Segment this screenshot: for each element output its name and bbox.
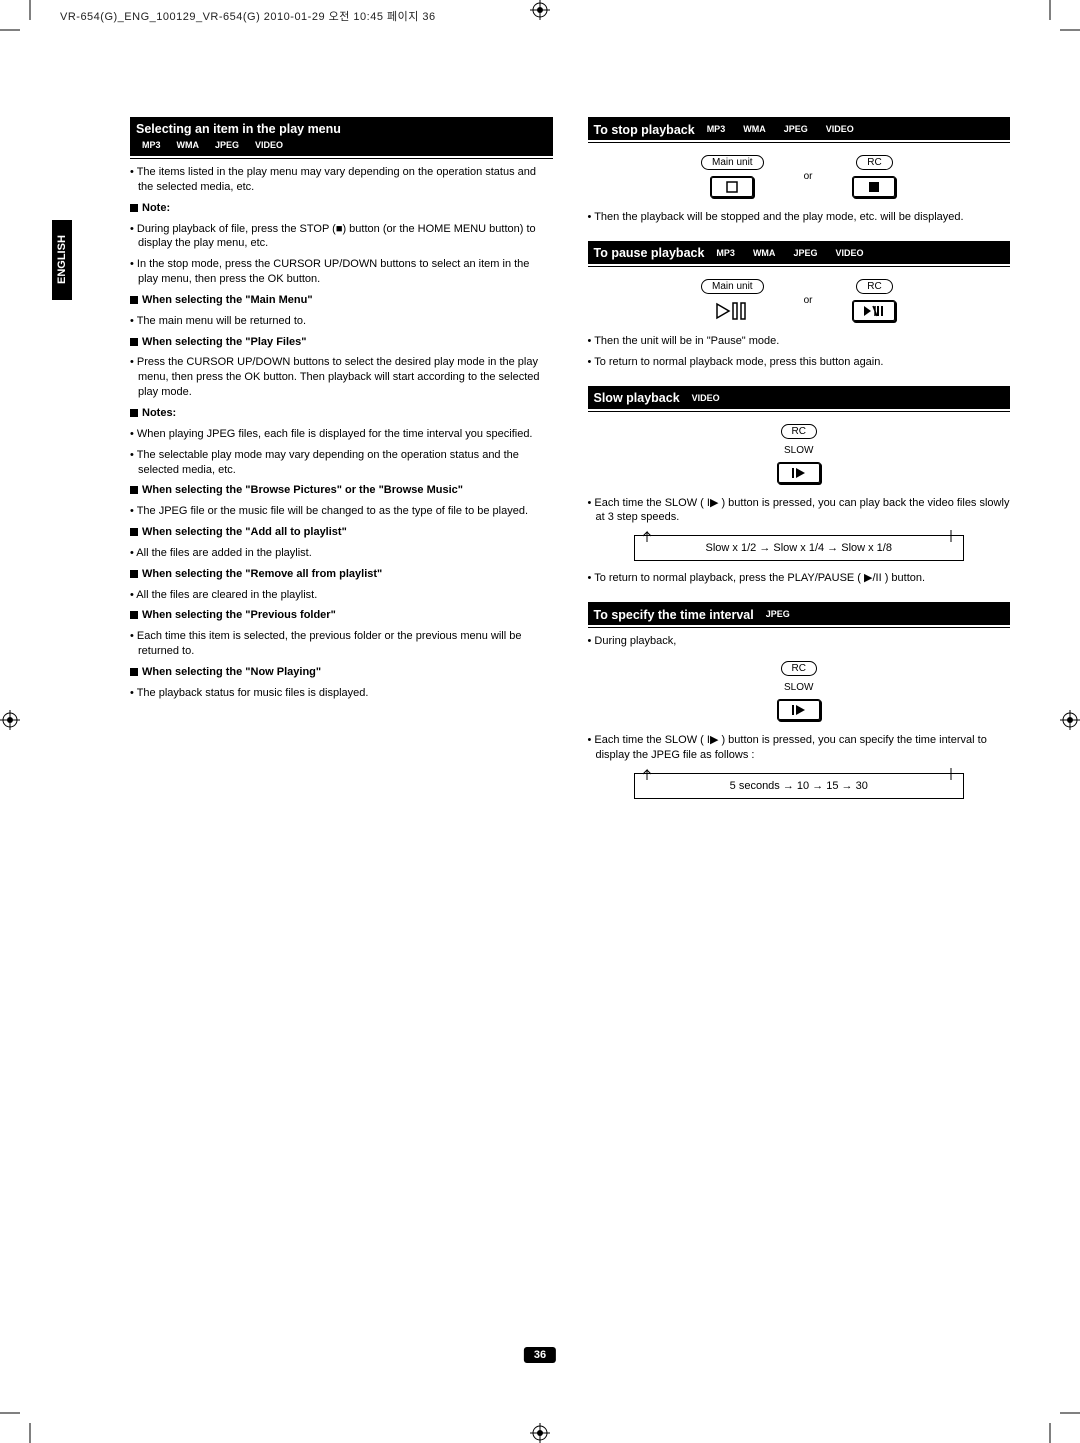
section-title: Selecting an item in the play menu bbox=[136, 122, 341, 136]
h-now: When selecting the "Now Playing" bbox=[142, 666, 321, 678]
slow-text-2: • To return to normal playback, press th… bbox=[588, 571, 1011, 586]
h-prev: When selecting the "Previous folder" bbox=[142, 609, 336, 621]
cycle-arrow-in bbox=[641, 530, 653, 542]
registration-bottom bbox=[530, 1423, 550, 1443]
interval-cycle-text: 5 seconds → 10 → 15 → 30 bbox=[730, 780, 868, 792]
or-text: or bbox=[804, 171, 813, 182]
slow-text-1: • Each time the SLOW ( I▶ ) button is pr… bbox=[588, 496, 1011, 526]
p-notes-2: • The selectable play mode may vary depe… bbox=[130, 448, 553, 478]
slow-step-icon bbox=[791, 704, 807, 716]
note-heading: Note: bbox=[142, 202, 170, 214]
pill-video: VIDEO bbox=[249, 138, 289, 153]
registration-right bbox=[1060, 710, 1080, 730]
interval-cycle: 5 seconds → 10 → 15 → 30 bbox=[634, 773, 964, 799]
pill-wma: WMA bbox=[747, 246, 782, 261]
pill-mp3: MP3 bbox=[710, 246, 741, 261]
interval-text-1: • During playback, bbox=[588, 634, 1011, 649]
pill-jpeg: JPEG bbox=[760, 607, 796, 622]
stop-icon bbox=[726, 181, 738, 193]
stop-button-rc[interactable] bbox=[852, 176, 896, 198]
intro-text: • The items listed in the play menu may … bbox=[130, 165, 553, 195]
stop-title: To stop playback bbox=[594, 123, 695, 137]
stop-button-main[interactable] bbox=[710, 176, 754, 198]
play-pause-icon bbox=[863, 305, 885, 317]
h-removeall: When selecting the "Remove all from play… bbox=[142, 568, 382, 580]
p-main-menu: • The main menu will be returned to. bbox=[130, 314, 553, 329]
label-rc: RC bbox=[781, 424, 817, 439]
play-pause-main-icon[interactable] bbox=[715, 300, 749, 322]
pill-video: VIDEO bbox=[820, 122, 860, 137]
cycle-arrow-out bbox=[945, 768, 957, 780]
slow-cycle: Slow x 1/2 → Slow x 1/4 → Slow x 1/8 bbox=[634, 535, 964, 561]
pause-title: To pause playback bbox=[594, 246, 705, 260]
pill-wma: WMA bbox=[171, 138, 206, 153]
crop-mark-tl bbox=[0, 0, 50, 50]
note-2: • In the stop mode, press the CURSOR UP/… bbox=[130, 257, 553, 287]
p-addall: • All the files are added in the playlis… bbox=[130, 546, 553, 561]
slow-button-interval[interactable] bbox=[777, 699, 821, 721]
h-browse: When selecting the "Browse Pictures" or … bbox=[142, 484, 463, 496]
or-text: or bbox=[804, 295, 813, 306]
p-notes-1: • When playing JPEG files, each file is … bbox=[130, 427, 553, 442]
pill-wma: WMA bbox=[737, 122, 772, 137]
h-play-files: When selecting the "Play Files" bbox=[142, 336, 306, 348]
note-1: • During playback of file, press the STO… bbox=[130, 222, 553, 252]
p-removeall: • All the files are cleared in the playl… bbox=[130, 588, 553, 603]
right-column: To stop playback MP3 WMA JPEG VIDEO Main… bbox=[588, 115, 1011, 1383]
crop-mark-br bbox=[1030, 1393, 1080, 1443]
left-column: Selecting an item in the play menu MP3 W… bbox=[130, 115, 553, 1383]
pill-jpeg: JPEG bbox=[209, 138, 245, 153]
pause-text-1: • Then the unit will be in "Pause" mode. bbox=[588, 334, 1011, 349]
p-now: • The playback status for music files is… bbox=[130, 686, 553, 701]
pill-jpeg: JPEG bbox=[778, 122, 814, 137]
label-rc: RC bbox=[781, 661, 817, 676]
notes-heading: Notes: bbox=[142, 407, 176, 419]
interval-title: To specify the time interval bbox=[594, 608, 754, 622]
crop-mark-tr bbox=[1030, 0, 1080, 50]
section-interval: To specify the time interval JPEG bbox=[588, 603, 1011, 625]
page-number: 36 bbox=[524, 1347, 556, 1363]
pill-video: VIDEO bbox=[829, 246, 869, 261]
h-addall: When selecting the "Add all to playlist" bbox=[142, 526, 347, 538]
label-main-unit: Main unit bbox=[701, 279, 764, 294]
p-browse: • The JPEG file or the music file will b… bbox=[130, 504, 553, 519]
cycle-arrow-out bbox=[945, 530, 957, 542]
slow-label: SLOW bbox=[784, 682, 813, 693]
cycle-arrow-in bbox=[641, 768, 653, 780]
slow-cycle-text: Slow x 1/2 → Slow x 1/4 → Slow x 1/8 bbox=[706, 542, 892, 554]
pill-mp3: MP3 bbox=[136, 138, 167, 153]
registration-left bbox=[0, 710, 20, 730]
slow-step-icon bbox=[791, 467, 807, 479]
registration-top bbox=[530, 0, 550, 20]
pill-jpeg: JPEG bbox=[787, 246, 823, 261]
label-rc: RC bbox=[856, 155, 892, 170]
pill-mp3: MP3 bbox=[701, 122, 732, 137]
slow-label: SLOW bbox=[784, 445, 813, 456]
interval-text-2: • Each time the SLOW ( I▶ ) button is pr… bbox=[588, 733, 1011, 763]
section-slow: Slow playback VIDEO bbox=[588, 387, 1011, 409]
crop-mark-bl bbox=[0, 1393, 50, 1443]
print-header: VR-654(G)_ENG_100129_VR-654(G) 2010-01-2… bbox=[60, 8, 436, 24]
h-main-menu: When selecting the "Main Menu" bbox=[142, 294, 313, 306]
slow-button[interactable] bbox=[777, 462, 821, 484]
play-pause-rc-button[interactable] bbox=[852, 300, 896, 322]
slow-title: Slow playback bbox=[594, 391, 680, 405]
section-pause: To pause playback MP3 WMA JPEG VIDEO bbox=[588, 242, 1011, 264]
p-play-files: • Press the CURSOR UP/DOWN buttons to se… bbox=[130, 355, 553, 400]
stop-text: • Then the playback will be stopped and … bbox=[588, 210, 1011, 225]
p-prev: • Each time this item is selected, the p… bbox=[130, 629, 553, 659]
language-tab: ENGLISH bbox=[52, 220, 72, 300]
pause-text-2: • To return to normal playback mode, pre… bbox=[588, 355, 1011, 370]
section-stop: To stop playback MP3 WMA JPEG VIDEO bbox=[588, 118, 1011, 140]
label-rc: RC bbox=[856, 279, 892, 294]
pill-video: VIDEO bbox=[686, 391, 726, 406]
label-main-unit: Main unit bbox=[701, 155, 764, 170]
stop-filled-icon bbox=[868, 181, 880, 193]
section-selecting-item: Selecting an item in the play menu bbox=[130, 118, 553, 139]
